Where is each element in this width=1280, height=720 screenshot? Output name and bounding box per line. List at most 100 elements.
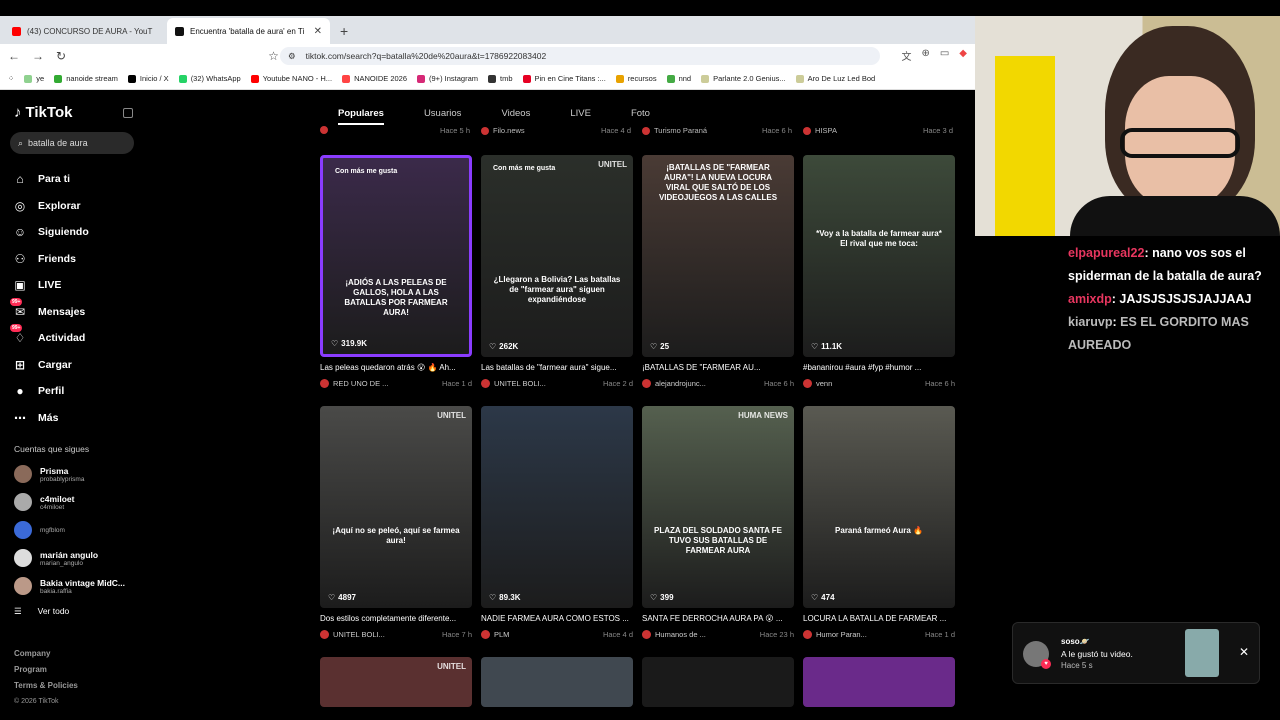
- time-ago: Hace 4 d: [600, 126, 631, 135]
- video-thumbnail[interactable]: [803, 657, 955, 707]
- cast-icon[interactable]: ▭: [940, 48, 949, 63]
- tab-live[interactable]: LIVE: [570, 108, 591, 125]
- video-card[interactable]: [481, 657, 633, 707]
- apps-icon[interactable]: ⁘: [8, 74, 14, 83]
- bookmark-item[interactable]: (32) WhatsApp: [178, 74, 241, 83]
- video-card[interactable]: [642, 657, 794, 707]
- following-account[interactable]: Prisma probablyprisma: [14, 460, 139, 488]
- video-card[interactable]: UNITEL ¡Aquí no se peleó, aquí se farmea …: [320, 406, 472, 639]
- following-account[interactable]: marián angulo marian_angulo: [14, 544, 139, 572]
- search-input[interactable]: ⌕ batalla de aura: [10, 132, 134, 154]
- video-title[interactable]: Las peleas quedaron atrás 😮 🔥 Ah...: [320, 363, 472, 374]
- sidebar-item-parati[interactable]: ⌂ Para ti: [12, 166, 137, 193]
- sidebar-item-live[interactable]: ▣ LIVE: [12, 272, 137, 299]
- following-account[interactable]: c4miloet c4miloet: [14, 488, 139, 516]
- video-card[interactable]: UNITEL: [320, 657, 472, 707]
- video-card[interactable]: ♡ 89.3K NADIE FARMEA AURA COMO ESTOS ... PL…: [481, 406, 633, 639]
- video-title[interactable]: LOCURA LA BATALLA DE FARMEAR ...: [803, 614, 955, 625]
- bookmark-item[interactable]: Pin en Cine Titans :...: [522, 74, 606, 83]
- tiktok-logo[interactable]: ♪ TikTok: [14, 104, 72, 121]
- sidebar-item-mensajes[interactable]: ✉ 99+ Mensajes: [10, 297, 137, 326]
- author-name[interactable]: alejandrojunc...: [655, 379, 706, 388]
- bookmark-item[interactable]: NANOIDE 2026: [342, 74, 407, 83]
- video-thumbnail[interactable]: Paraná farmeó Aura 🔥 ♡ 474: [803, 406, 955, 608]
- sidebar-item-siguiendo[interactable]: ☺ Siguiendo: [12, 219, 137, 246]
- video-thumbnail[interactable]: ¡BATALLAS DE "FARMEAR AURA"! LA NUEVA LO…: [642, 155, 794, 357]
- back-icon[interactable]: ←: [8, 49, 20, 63]
- sidebar-item-ms[interactable]: ⋯ Más: [12, 405, 137, 432]
- author-name[interactable]: Humor Paran...: [816, 630, 867, 639]
- video-card[interactable]: Con más me gusta ¡ADIÓS A LAS PELEAS DE G…: [320, 155, 472, 388]
- translate-icon[interactable]: 文: [901, 48, 911, 63]
- like-notification[interactable]: ♥ soso🪐 A le gustó tu video. Hace 5 s ✕: [1012, 622, 1260, 684]
- bookmark-item[interactable]: nnd: [666, 74, 691, 83]
- author-avatar: [320, 378, 329, 388]
- video-thumbnail[interactable]: UNITEL: [320, 657, 472, 707]
- new-tab-button[interactable]: +: [340, 23, 348, 39]
- bookmark-item[interactable]: Inicio / X: [127, 74, 169, 83]
- video-thumbnail[interactable]: [481, 657, 633, 707]
- url-field[interactable]: ⚙ tiktok.com/search?q=batalla%20de%20aur…: [280, 47, 880, 65]
- video-thumbnail[interactable]: Con más me gusta ¡ADIÓS A LAS PELEAS DE G…: [320, 155, 472, 357]
- following-account[interactable]: Bakia vintage MidC... bakia.raffia: [14, 572, 139, 600]
- video-thumbnail[interactable]: UNITEL ¡Aquí no se peleó, aquí se farmea …: [320, 406, 472, 608]
- tab-populares[interactable]: Populares: [338, 108, 384, 125]
- close-icon[interactable]: ✕: [1239, 645, 1249, 659]
- sidebar-item-actividad[interactable]: ♢ 99+ Actividad: [10, 324, 137, 352]
- video-thumbnail[interactable]: HUMA NEWS PLAZA DEL SOLDADO SANTA FE TUVO…: [642, 406, 794, 608]
- video-card[interactable]: ¡BATALLAS DE "FARMEAR AURA"! LA NUEVA LO…: [642, 155, 794, 388]
- video-thumbnail[interactable]: [642, 657, 794, 707]
- video-thumbnail[interactable]: ♡ 89.3K: [481, 406, 633, 608]
- following-account[interactable]: mgfblom: [14, 516, 139, 544]
- author-name[interactable]: RED UNO DE ...: [333, 379, 388, 388]
- sidebar-item-cargar[interactable]: ⊞ Cargar: [12, 352, 137, 379]
- bookmark-item[interactable]: Youtube NANO - H...: [250, 74, 332, 83]
- author-name[interactable]: Humanos de ...: [655, 630, 706, 639]
- video-card[interactable]: HUMA NEWS PLAZA DEL SOLDADO SANTA FE TUVO…: [642, 406, 794, 639]
- browser-tab-youtube[interactable]: (43) CONCURSO DE AURA - YouT: [4, 18, 167, 44]
- close-tab-icon[interactable]: ✕: [314, 26, 322, 37]
- bookmark-icon: [178, 74, 187, 83]
- video-title[interactable]: Dos estilos completamente diferente...: [320, 614, 472, 625]
- footer-terms[interactable]: Terms & Policies: [14, 678, 78, 694]
- video-thumbnail[interactable]: Con más me gusta UNITEL ¿Llegaron a Bolivi…: [481, 155, 633, 357]
- forward-icon[interactable]: →: [32, 49, 44, 63]
- tab-videos[interactable]: Videos: [501, 108, 530, 125]
- author-name[interactable]: venn: [816, 379, 832, 388]
- video-title[interactable]: #bananirou #aura #fyp #humor ...: [803, 363, 955, 374]
- author-name[interactable]: PLM: [494, 630, 509, 639]
- brave-shield-icon[interactable]: ◆: [959, 48, 967, 63]
- video-thumbnail[interactable]: *Voy a la batalla de farmear aura* El ri…: [803, 155, 955, 357]
- sidebar-item-perfil[interactable]: ● Perfil: [12, 378, 137, 405]
- video-card[interactable]: *Voy a la batalla de farmear aura* El ri…: [803, 155, 955, 388]
- site-info-icon[interactable]: ⚙: [288, 51, 296, 62]
- bookmark-icon[interactable]: ☆: [268, 49, 279, 63]
- sidebar-item-explorar[interactable]: ◎ Explorar: [12, 193, 137, 220]
- tab-usuarios[interactable]: Usuarios: [424, 108, 462, 125]
- bookmark-item[interactable]: recursos: [615, 74, 657, 83]
- reload-icon[interactable]: ↻: [56, 49, 66, 63]
- author-name[interactable]: UNITEL BOLI...: [494, 379, 546, 388]
- collapse-sidebar-icon[interactable]: [123, 108, 133, 118]
- video-card[interactable]: [803, 657, 955, 707]
- see-all-link[interactable]: ☰ Ver todo: [14, 606, 69, 617]
- video-card[interactable]: Con más me gusta UNITEL ¿Llegaron a Bolivi…: [481, 155, 633, 388]
- video-title[interactable]: SANTA FE DERROCHA AURA PA 😮 ...: [642, 614, 794, 625]
- video-title[interactable]: NADIE FARMEA AURA COMO ESTOS ...: [481, 614, 633, 625]
- bookmark-item[interactable]: Parlante 2.0 Genius...: [701, 74, 786, 83]
- sidebar-item-friends[interactable]: ⚇ Friends: [12, 246, 137, 273]
- bookmark-item[interactable]: (9+) Instagram: [417, 74, 478, 83]
- bookmark-item[interactable]: tmb: [488, 74, 513, 83]
- video-card[interactable]: Paraná farmeó Aura 🔥 ♡ 474 LOCURA LA BATALL…: [803, 406, 955, 639]
- bookmark-item[interactable]: ye: [24, 74, 44, 83]
- bookmark-item[interactable]: nanoide stream: [54, 74, 118, 83]
- bookmark-item[interactable]: Aro De Luz Led Bod: [795, 74, 875, 83]
- tab-foto[interactable]: Foto: [631, 108, 650, 125]
- author-name[interactable]: UNITEL BOLI...: [333, 630, 385, 639]
- footer-program[interactable]: Program: [14, 662, 78, 678]
- zoom-icon[interactable]: ⊕: [921, 48, 929, 63]
- footer-company[interactable]: Company: [14, 646, 78, 662]
- video-title[interactable]: Las batallas de "farmear aura" sigue...: [481, 363, 633, 374]
- browser-tab-tiktok[interactable]: Encuentra 'batalla de aura' en Ti ✕: [167, 18, 330, 44]
- video-title[interactable]: ¡BATALLAS DE "FARMEAR AU...: [642, 363, 794, 374]
